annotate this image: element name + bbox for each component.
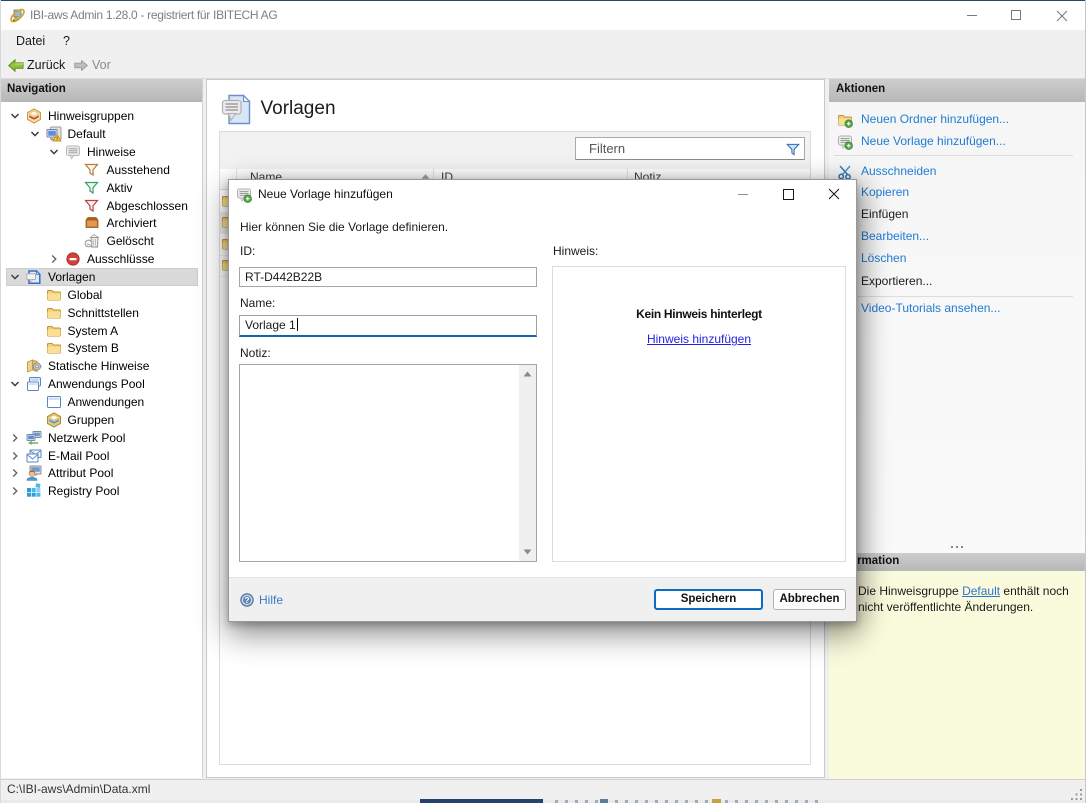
svg-text:?: ? — [244, 595, 249, 605]
